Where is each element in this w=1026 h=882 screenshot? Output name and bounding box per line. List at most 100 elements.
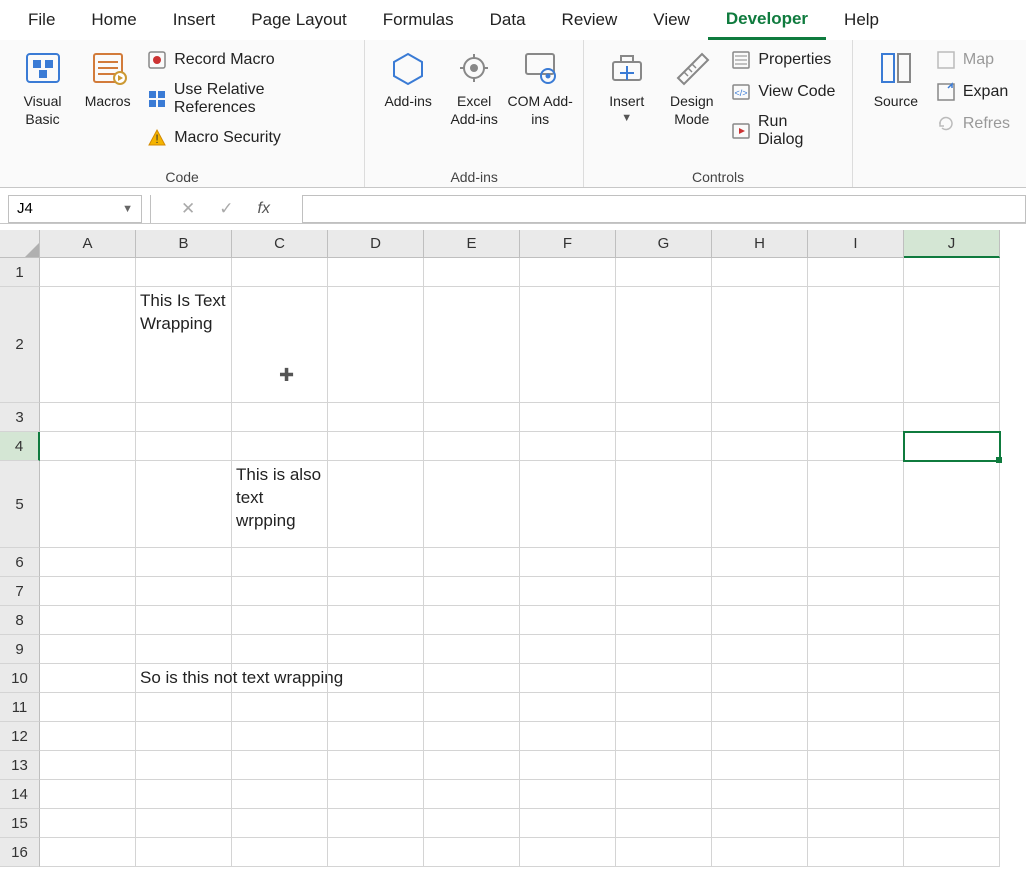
cell-F6[interactable] bbox=[520, 548, 616, 577]
cell-A9[interactable] bbox=[40, 635, 136, 664]
cell-C1[interactable] bbox=[232, 258, 328, 287]
cell-B5[interactable] bbox=[136, 461, 232, 548]
row-header-12[interactable]: 12 bbox=[0, 722, 40, 751]
tab-developer[interactable]: Developer bbox=[708, 1, 826, 40]
cell-H11[interactable] bbox=[712, 693, 808, 722]
cell-J5[interactable] bbox=[904, 461, 1000, 548]
cell-D10[interactable] bbox=[328, 664, 424, 693]
row-header-15[interactable]: 15 bbox=[0, 809, 40, 838]
cell-H7[interactable] bbox=[712, 577, 808, 606]
cell-F5[interactable] bbox=[520, 461, 616, 548]
cell-D3[interactable] bbox=[328, 403, 424, 432]
name-box[interactable]: J4 ▼ bbox=[8, 195, 142, 223]
cell-J9[interactable] bbox=[904, 635, 1000, 664]
design-mode-button[interactable]: Design Mode bbox=[659, 44, 724, 128]
cell-B10[interactable]: So is this not text wrapping bbox=[136, 664, 232, 693]
fx-icon[interactable]: fx bbox=[258, 200, 270, 218]
tab-review[interactable]: Review bbox=[544, 2, 636, 38]
cell-D13[interactable] bbox=[328, 751, 424, 780]
cell-J11[interactable] bbox=[904, 693, 1000, 722]
cell-E16[interactable] bbox=[424, 838, 520, 867]
col-header-I[interactable]: I bbox=[808, 230, 904, 258]
cell-B11[interactable] bbox=[136, 693, 232, 722]
cell-H5[interactable] bbox=[712, 461, 808, 548]
cell-F12[interactable] bbox=[520, 722, 616, 751]
cell-C12[interactable] bbox=[232, 722, 328, 751]
row-header-8[interactable]: 8 bbox=[0, 606, 40, 635]
cell-G6[interactable] bbox=[616, 548, 712, 577]
cell-B14[interactable] bbox=[136, 780, 232, 809]
cell-D6[interactable] bbox=[328, 548, 424, 577]
cell-E10[interactable] bbox=[424, 664, 520, 693]
cell-A7[interactable] bbox=[40, 577, 136, 606]
col-header-H[interactable]: H bbox=[712, 230, 808, 258]
cell-H10[interactable] bbox=[712, 664, 808, 693]
row-header-5[interactable]: 5 bbox=[0, 461, 40, 548]
cell-H9[interactable] bbox=[712, 635, 808, 664]
cell-H8[interactable] bbox=[712, 606, 808, 635]
cell-J4[interactable] bbox=[904, 432, 1000, 461]
col-header-C[interactable]: C bbox=[232, 230, 328, 258]
cell-H2[interactable] bbox=[712, 287, 808, 403]
row-header-7[interactable]: 7 bbox=[0, 577, 40, 606]
cell-G15[interactable] bbox=[616, 809, 712, 838]
cell-H16[interactable] bbox=[712, 838, 808, 867]
cell-C11[interactable] bbox=[232, 693, 328, 722]
cell-F4[interactable] bbox=[520, 432, 616, 461]
excel-addins-button[interactable]: Excel Add-ins bbox=[441, 44, 507, 128]
cell-D12[interactable] bbox=[328, 722, 424, 751]
row-header-6[interactable]: 6 bbox=[0, 548, 40, 577]
cell-J12[interactable] bbox=[904, 722, 1000, 751]
cell-A13[interactable] bbox=[40, 751, 136, 780]
cell-A3[interactable] bbox=[40, 403, 136, 432]
cell-H3[interactable] bbox=[712, 403, 808, 432]
cell-H1[interactable] bbox=[712, 258, 808, 287]
cell-G13[interactable] bbox=[616, 751, 712, 780]
addins-button[interactable]: Add-ins bbox=[375, 44, 441, 110]
row-header-13[interactable]: 13 bbox=[0, 751, 40, 780]
cell-E14[interactable] bbox=[424, 780, 520, 809]
cell-G2[interactable] bbox=[616, 287, 712, 403]
cell-C14[interactable] bbox=[232, 780, 328, 809]
row-header-1[interactable]: 1 bbox=[0, 258, 40, 287]
cell-F16[interactable] bbox=[520, 838, 616, 867]
row-header-10[interactable]: 10 bbox=[0, 664, 40, 693]
cell-I3[interactable] bbox=[808, 403, 904, 432]
cell-A6[interactable] bbox=[40, 548, 136, 577]
cell-H14[interactable] bbox=[712, 780, 808, 809]
cell-D1[interactable] bbox=[328, 258, 424, 287]
cell-J6[interactable] bbox=[904, 548, 1000, 577]
use-relative-button[interactable]: Use Relative References bbox=[140, 76, 354, 122]
cell-A15[interactable] bbox=[40, 809, 136, 838]
cell-E15[interactable] bbox=[424, 809, 520, 838]
cell-H12[interactable] bbox=[712, 722, 808, 751]
cell-F10[interactable] bbox=[520, 664, 616, 693]
row-header-16[interactable]: 16 bbox=[0, 838, 40, 867]
cell-G16[interactable] bbox=[616, 838, 712, 867]
cell-A5[interactable] bbox=[40, 461, 136, 548]
cell-D5[interactable] bbox=[328, 461, 424, 548]
cell-B3[interactable] bbox=[136, 403, 232, 432]
cell-F2[interactable] bbox=[520, 287, 616, 403]
cell-D14[interactable] bbox=[328, 780, 424, 809]
visual-basic-button[interactable]: Visual Basic bbox=[10, 44, 75, 128]
cell-C3[interactable] bbox=[232, 403, 328, 432]
cell-G3[interactable] bbox=[616, 403, 712, 432]
cell-B12[interactable] bbox=[136, 722, 232, 751]
cell-E1[interactable] bbox=[424, 258, 520, 287]
tab-data[interactable]: Data bbox=[472, 2, 544, 38]
col-header-D[interactable]: D bbox=[328, 230, 424, 258]
tab-home[interactable]: Home bbox=[73, 2, 154, 38]
cell-F13[interactable] bbox=[520, 751, 616, 780]
source-button[interactable]: Source bbox=[863, 44, 929, 110]
select-all-corner[interactable] bbox=[0, 230, 40, 258]
row-header-3[interactable]: 3 bbox=[0, 403, 40, 432]
formula-input[interactable] bbox=[302, 195, 1026, 223]
cell-G8[interactable] bbox=[616, 606, 712, 635]
cell-G12[interactable] bbox=[616, 722, 712, 751]
record-macro-button[interactable]: Record Macro bbox=[140, 44, 354, 76]
cell-E7[interactable] bbox=[424, 577, 520, 606]
cell-D8[interactable] bbox=[328, 606, 424, 635]
cell-E4[interactable] bbox=[424, 432, 520, 461]
cell-E12[interactable] bbox=[424, 722, 520, 751]
